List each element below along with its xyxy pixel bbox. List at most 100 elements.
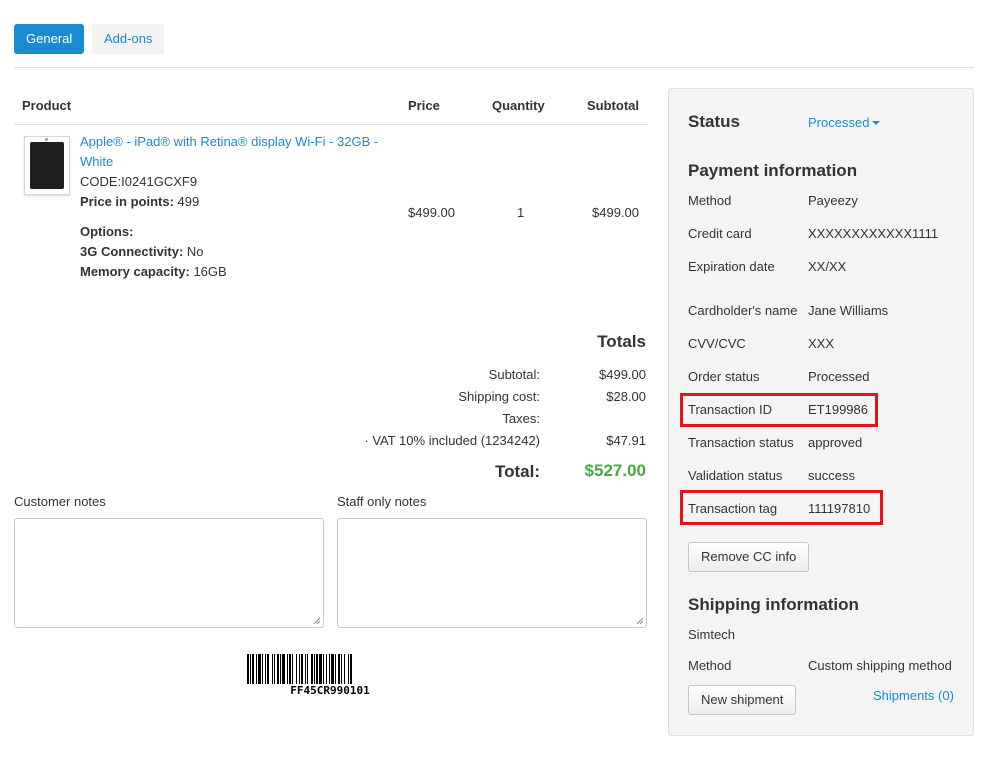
barcode-bar [282,654,285,684]
resize-grip-icon[interactable] [313,617,321,625]
column-header-subtotal: Subtotal [587,98,639,113]
product-name-link[interactable]: Apple® - iPad® with Retina® display Wi-F… [80,132,390,172]
barcode-bar [305,654,306,684]
payment-value-method: Payeezy [808,193,858,208]
barcode-bar [319,654,322,684]
barcode-bar [296,654,297,684]
barcode-bar [311,654,313,684]
taxes-label: Taxes: [502,411,540,426]
shipments-link[interactable]: Shipments (0) [873,687,954,705]
staff-notes-textarea[interactable] [337,518,647,628]
points-label: Price in points: [80,194,174,209]
barcode-bar [247,654,249,684]
remove-cc-info-button[interactable]: Remove CC info [688,542,810,572]
barcode-bar [272,654,273,684]
tabs-divider [14,67,974,68]
barcode-bar [316,654,318,684]
option-memory-capacity: Memory capacity: 16GB [80,262,227,282]
barcode-bar [331,654,334,684]
payment-label-validation-status: Validation status [688,468,783,483]
new-shipment-button[interactable]: New shipment [688,685,797,715]
column-header-price: Price [408,98,440,113]
barcode-bar [292,654,293,684]
payment-label-method: Method [688,193,732,208]
points-value: 499 [177,194,200,209]
customer-notes-label: Customer notes [14,494,106,509]
product-subtotal: $499.00 [592,205,639,220]
barcode-bar [265,654,266,684]
status-dropdown[interactable]: Processed [808,114,881,132]
barcode-bar [274,654,275,684]
barcode-bar [256,654,257,684]
option-label: 3G Connectivity: [80,244,184,259]
option-3g-connectivity: 3G Connectivity: No [80,242,204,262]
table-header-divider [14,124,647,125]
barcode-bar [344,654,345,684]
barcode-bar [314,654,315,684]
payment-value-order-status: Processed [808,369,870,384]
payment-label-transaction-status: Transaction status [688,435,794,450]
payment-label-cardholder: Cardholder's name [688,303,798,318]
camera-dot [45,138,48,141]
price-in-points: Price in points: 499 [80,192,199,212]
payment-value-expiration: XX/XX [808,259,847,274]
barcode-bar [277,654,279,684]
customer-notes-textarea[interactable] [14,518,324,628]
product-name-line-1: Apple® - iPad® with Retina® display Wi-F… [80,134,379,149]
payment-label-cvv: CVV/CVC [688,336,746,351]
barcode-bar [329,654,330,684]
vat-label: · VAT 10% included (1234242) [364,433,540,448]
option-value: No [186,244,204,259]
barcode-text: FF45CR990101 [290,684,370,697]
total-value: $527.00 [584,461,646,480]
payment-info-heading: Payment information [688,161,858,180]
resize-grip-icon[interactable] [636,617,644,625]
totals-heading: Totals [597,332,646,351]
status-value: Processed [808,115,870,130]
tab-add-ons[interactable]: Add-ons [92,24,165,54]
payment-label-credit-card: Credit card [688,226,752,241]
vat-value: $47.91 [606,433,646,448]
barcode-bar [338,654,340,684]
payment-value-cardholder: Jane Williams [808,303,889,318]
payment-value-validation-status: success [808,468,855,483]
payment-value-credit-card: XXXXXXXXXXXX1111 [808,226,939,241]
subtotal-label: Subtotal: [488,367,540,382]
shipping-carrier: Simtech [688,627,735,642]
shipping-method-label: Method [688,658,732,673]
chevron-down-icon [872,120,881,125]
barcode-bar [262,654,263,684]
staff-notes-label: Staff only notes [337,494,427,509]
payment-value-cvv: XXX [808,336,835,351]
shipping-info-heading: Shipping information [688,595,859,614]
barcode-bar [250,654,251,684]
barcode-bar [307,654,308,684]
barcode-bar [301,654,303,684]
barcode-bar [350,654,352,684]
options-label: Options: [80,224,134,239]
option-label: Memory capacity: [80,264,190,279]
shipping-cost-label: Shipping cost: [458,389,540,404]
product-quantity: 1 [517,205,525,220]
payment-label-transaction-tag: Transaction tag [688,501,778,516]
payment-value-transaction-status: approved [808,435,863,450]
payment-label-expiration: Expiration date [688,259,775,274]
barcode-bar [280,654,281,684]
tab-general[interactable]: General [14,24,85,54]
barcode-bar [348,654,349,684]
barcode-bar [326,654,327,684]
barcode-bar [289,654,291,684]
barcode-bar [252,654,254,684]
ipad-screen [30,142,64,189]
barcode-bar [323,654,324,684]
option-value: 16GB [193,264,227,279]
product-code: CODE:I0241GCXF9 [80,174,198,189]
payment-value-transaction-id: ET199986 [808,402,868,417]
payment-value-transaction-tag: 111197810 [808,501,871,516]
subtotal-value: $499.00 [599,367,646,382]
barcode-bar [335,654,336,684]
ipad-thumbnail-icon[interactable] [24,136,70,195]
product-price: $499.00 [408,205,455,220]
column-header-product: Product [22,98,72,113]
payment-label-transaction-id: Transaction ID [688,402,773,417]
